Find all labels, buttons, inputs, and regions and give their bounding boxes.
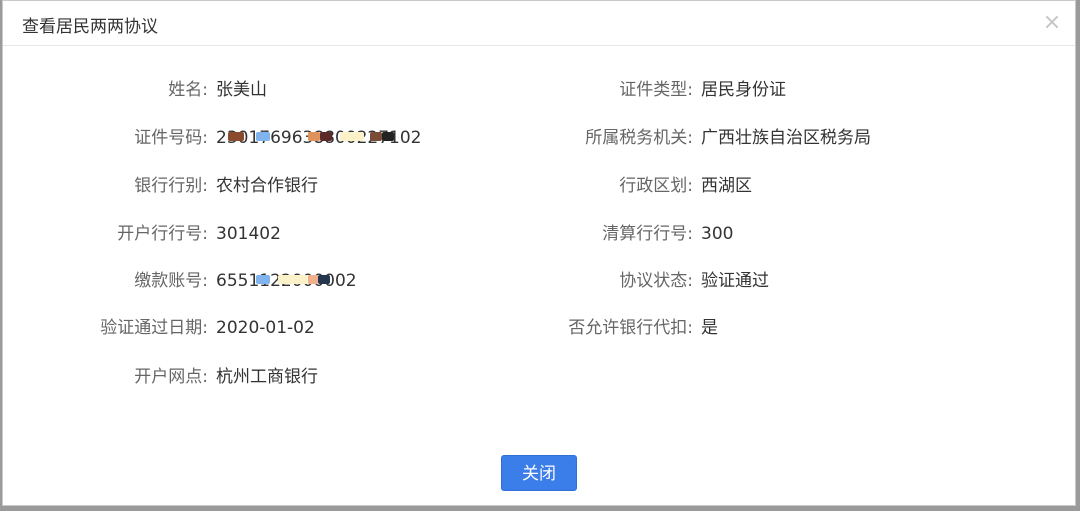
field-branch: 开户网点: 杭州工商银行: [3, 365, 540, 389]
field-label: 所属税务机关:: [585, 128, 693, 148]
close-button[interactable]: 关闭: [501, 455, 577, 491]
field-label: 行政区划:: [619, 176, 693, 196]
dialog-header: 查看居民两两协议: [3, 1, 1075, 46]
agreement-dialog: 查看居民两两协议 姓名: 张美山 证件类型: 居民身份证 证件号码: 23017…: [2, 0, 1076, 506]
field-label: 清算行行号:: [602, 224, 693, 244]
field-value: 西湖区: [701, 176, 752, 196]
field-value: 是: [701, 318, 718, 338]
close-icon[interactable]: [1043, 13, 1061, 31]
field-label: 否允许银行代扣:: [568, 318, 693, 338]
field-value: 300: [701, 224, 734, 244]
field-tax-office: 所属税务机关: 广西壮族自治区税务局: [3, 126, 1077, 150]
field-id-type: 证件类型: 居民身份证: [3, 78, 1077, 102]
field-value: 广西壮族自治区税务局: [701, 128, 871, 148]
field-value: 杭州工商银行: [216, 367, 318, 387]
field-allow-deduction: 否允许银行代扣: 是: [3, 316, 1077, 340]
field-admin-area: 行政区划: 西湖区: [3, 174, 1077, 198]
field-value: 居民身份证: [701, 80, 786, 100]
field-label: 证件类型:: [619, 80, 693, 100]
field-clearing-code: 清算行行号: 300: [3, 222, 1077, 246]
field-label: 协议状态:: [619, 271, 693, 291]
field-value: 验证通过: [701, 271, 769, 291]
field-label: 开户网点:: [134, 367, 208, 387]
field-agreement-status: 协议状态: 验证通过: [3, 269, 1077, 293]
dialog-title: 查看居民两两协议: [22, 17, 158, 37]
